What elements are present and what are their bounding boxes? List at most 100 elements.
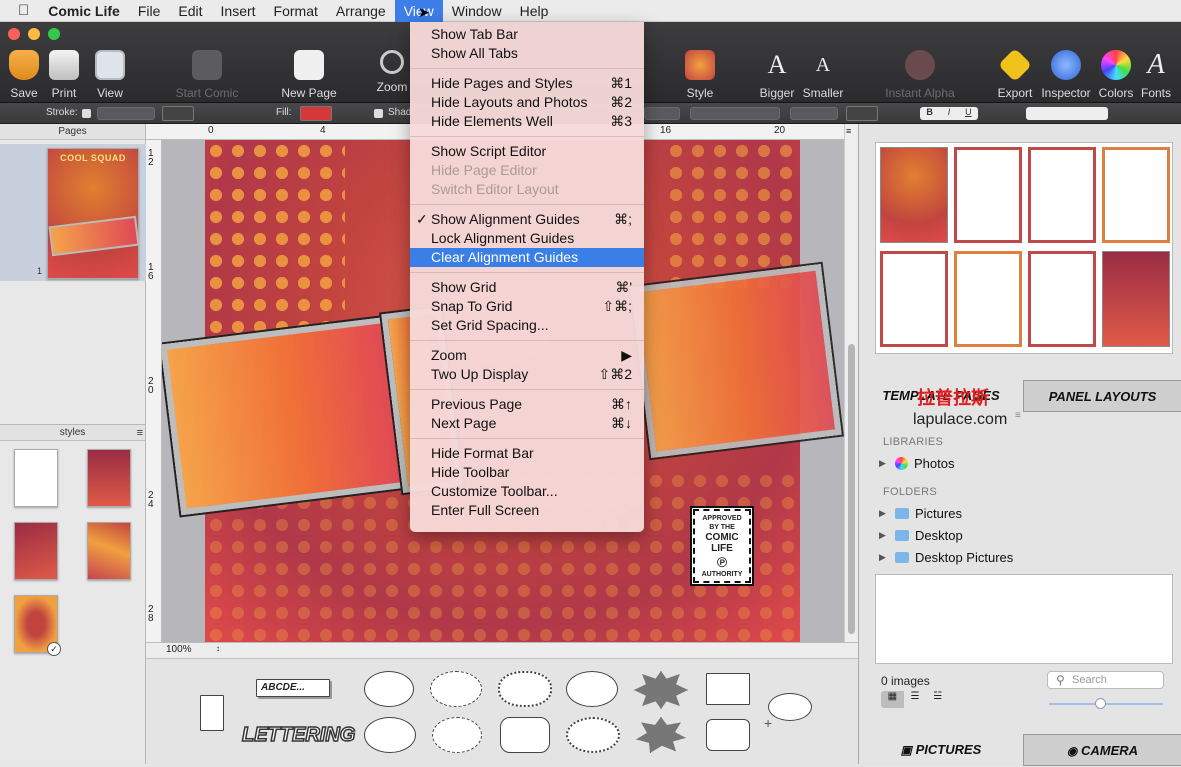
- menu-window[interactable]: Window: [443, 0, 511, 22]
- style-swatch-gradient[interactable]: [87, 449, 131, 507]
- zoom-select[interactable]: 100% ↕: [166, 644, 220, 657]
- grid-view-icon[interactable]: ▦: [881, 691, 904, 708]
- start-comic-button[interactable]: Start Comic: [175, 50, 239, 100]
- bubble-add-element[interactable]: [768, 693, 812, 721]
- menu-item-switch-editor-layout[interactable]: Switch Editor Layout: [410, 180, 644, 199]
- fonts-button[interactable]: A Fonts: [1124, 50, 1181, 101]
- menu-item-show-script-editor[interactable]: Show Script Editor: [410, 142, 644, 161]
- menu-item-hide-toolbar[interactable]: Hide Toolbar: [410, 463, 644, 482]
- lettering-element[interactable]: LETTERING: [241, 719, 356, 751]
- panel-element[interactable]: [200, 695, 224, 731]
- folder-desktop[interactable]: ▶ Desktop: [879, 528, 963, 543]
- menu-item-enter-full-screen[interactable]: Enter Full Screen: [410, 501, 644, 520]
- speech-bubble-element[interactable]: [364, 671, 414, 707]
- apple-menu-icon[interactable]: : [0, 0, 39, 22]
- slider-knob[interactable]: [1095, 698, 1106, 709]
- menu-item-lock-alignment-guides[interactable]: Lock Alignment Guides: [410, 229, 644, 248]
- approved-stamp[interactable]: APPROVED BY THE COMIC LIFE ℗ AUTHORITY: [690, 506, 754, 586]
- template-thumb-6[interactable]: [954, 251, 1022, 347]
- stroke-width-select[interactable]: [97, 107, 155, 120]
- speech-bubble-element[interactable]: [566, 671, 618, 707]
- font-style-select[interactable]: [690, 107, 780, 120]
- template-thumb-8[interactable]: [1102, 251, 1170, 347]
- zoom-window-button[interactable]: [48, 28, 60, 40]
- scrollbar-thumb[interactable]: [848, 344, 855, 634]
- stroke-checkbox[interactable]: [82, 109, 91, 118]
- menu-item-previous-page[interactable]: Previous Page ⌘↑: [410, 395, 644, 414]
- scroll-menu-icon[interactable]: ≡: [846, 127, 854, 136]
- template-thumb-7[interactable]: [1028, 251, 1096, 347]
- speech-bubble-element[interactable]: [364, 717, 416, 753]
- box-bubble-element[interactable]: [706, 673, 750, 705]
- menu-item-show-all-tabs[interactable]: Show All Tabs: [410, 44, 644, 63]
- menu-help[interactable]: Help: [511, 0, 558, 22]
- template-thumb-4[interactable]: [1102, 147, 1170, 243]
- font-family-select[interactable]: [644, 107, 680, 120]
- menu-item-two-up-display[interactable]: Two Up Display ⇧⌘2: [410, 365, 644, 384]
- menu-item-zoom[interactable]: Zoom ▶: [410, 346, 644, 365]
- menu-insert[interactable]: Insert: [212, 0, 265, 22]
- template-thumb-3[interactable]: [1028, 147, 1096, 243]
- page-1-thumbnail[interactable]: COOL SQUAD: [47, 148, 140, 279]
- template-thumb-1[interactable]: [880, 147, 948, 243]
- detail-view-icon[interactable]: ☱: [926, 691, 949, 708]
- smaller-button[interactable]: A Smaller: [791, 50, 855, 100]
- tab-panel-layouts[interactable]: PANEL LAYOUTS: [1023, 380, 1181, 412]
- menu-item-clear-alignment-guides[interactable]: Clear Alignment Guides: [410, 248, 644, 267]
- styles-menu-icon[interactable]: ≡: [137, 425, 143, 441]
- vertical-scrollbar[interactable]: ≡: [844, 124, 858, 642]
- shout-bubble-element[interactable]: [636, 717, 686, 753]
- italic-button[interactable]: I: [939, 107, 958, 120]
- style-swatch-plain[interactable]: [14, 449, 58, 507]
- disclosure-triangle-icon[interactable]: ▶: [879, 458, 889, 469]
- whisper-bubble-element[interactable]: [432, 717, 482, 753]
- box-bubble-element[interactable]: [706, 719, 750, 751]
- text-color-swatch[interactable]: [846, 106, 878, 121]
- app-menu[interactable]: Comic Life: [39, 0, 129, 22]
- menu-item-hide-layouts-and-photos[interactable]: Hide Layouts and Photos ⌘2: [410, 93, 644, 112]
- splitter-handle-icon[interactable]: ≡: [1015, 410, 1021, 421]
- thought-bubble-element[interactable]: [566, 717, 620, 753]
- style-swatch-dots[interactable]: [14, 522, 58, 580]
- tab-camera[interactable]: ◉ CAMERA: [1023, 734, 1181, 766]
- menu-item-hide-elements-well[interactable]: Hide Elements Well ⌘3: [410, 112, 644, 131]
- style-swatch-diagonal[interactable]: [87, 522, 131, 580]
- text-alignment-group[interactable]: [1026, 107, 1108, 120]
- close-window-button[interactable]: [8, 28, 20, 40]
- folder-pictures[interactable]: ▶ Pictures: [879, 506, 962, 521]
- underline-button[interactable]: U: [959, 107, 978, 120]
- menu-item-show-tab-bar[interactable]: Show Tab Bar: [410, 25, 644, 44]
- menu-item-show-grid[interactable]: Show Grid ⌘': [410, 278, 644, 297]
- thumbnail-size-slider[interactable]: [1049, 698, 1163, 709]
- style-button[interactable]: Style: [668, 50, 732, 100]
- folder-desktop-pictures[interactable]: ▶ Desktop Pictures: [879, 550, 1013, 565]
- menu-item-hide-format-bar[interactable]: Hide Format Bar: [410, 444, 644, 463]
- disclosure-triangle-icon[interactable]: ▶: [879, 552, 889, 563]
- menu-item-show-alignment-guides[interactable]: ✓ Show Alignment Guides ⌘;: [410, 210, 644, 229]
- menu-item-hide-pages-and-styles[interactable]: Hide Pages and Styles ⌘1: [410, 74, 644, 93]
- image-browser[interactable]: [875, 574, 1173, 664]
- disclosure-triangle-icon[interactable]: ▶: [879, 508, 889, 519]
- page-thumbnail-selected[interactable]: 1 COOL SQUAD: [0, 144, 146, 281]
- menu-item-hide-page-editor[interactable]: Hide Page Editor: [410, 161, 644, 180]
- shout-bubble-element[interactable]: [634, 671, 688, 709]
- tab-pictures[interactable]: ▣ PICTURES: [859, 734, 1023, 766]
- thought-bubble-element[interactable]: [498, 671, 552, 707]
- menu-format[interactable]: Format: [265, 0, 327, 22]
- instant-alpha-button[interactable]: Instant Alpha: [876, 50, 964, 100]
- bold-button[interactable]: B: [920, 107, 939, 120]
- shadow-checkbox[interactable]: [374, 109, 383, 118]
- menu-item-customize-toolbar[interactable]: Customize Toolbar...: [410, 482, 644, 501]
- font-size-select[interactable]: [790, 107, 838, 120]
- fill-color-swatch[interactable]: [300, 106, 332, 121]
- menu-item-set-grid-spacing[interactable]: Set Grid Spacing...: [410, 316, 644, 335]
- template-thumb-2[interactable]: [954, 147, 1022, 243]
- stroke-color-swatch[interactable]: [162, 106, 194, 121]
- menu-edit[interactable]: Edit: [169, 0, 211, 22]
- comic-panel-right[interactable]: [630, 263, 842, 459]
- menu-item-snap-to-grid[interactable]: Snap To Grid ⇧⌘;: [410, 297, 644, 316]
- minimize-window-button[interactable]: [28, 28, 40, 40]
- whisper-bubble-element[interactable]: [430, 671, 482, 707]
- disclosure-triangle-icon[interactable]: ▶: [879, 530, 889, 541]
- caption-element[interactable]: ABCDE...: [256, 679, 330, 697]
